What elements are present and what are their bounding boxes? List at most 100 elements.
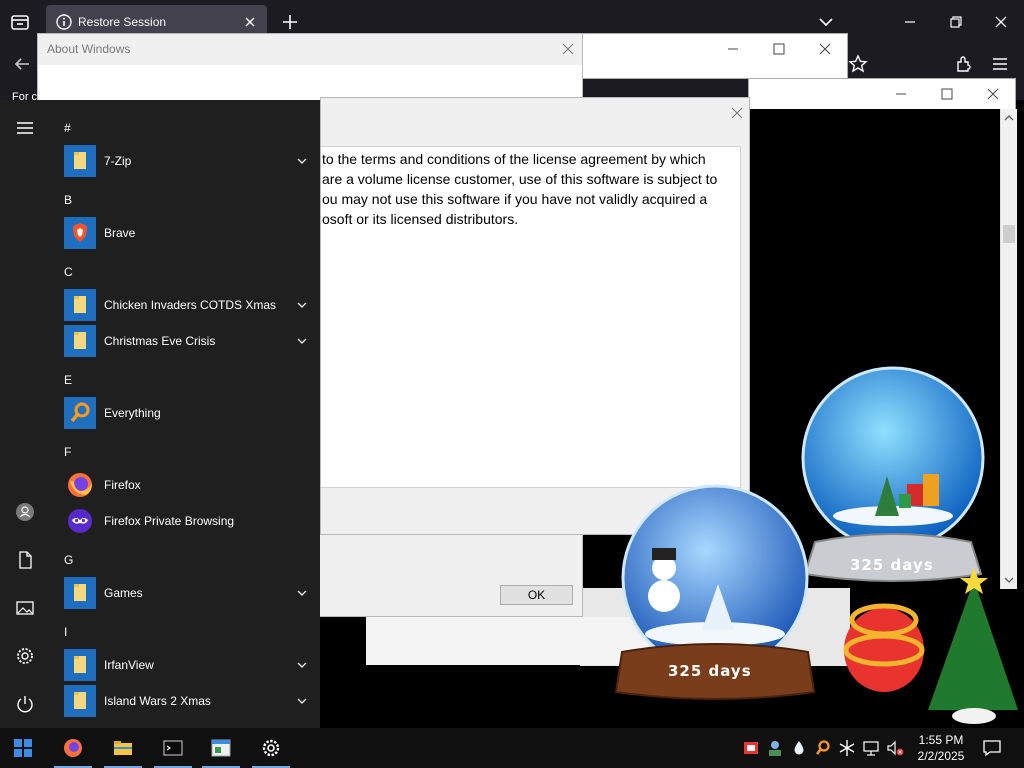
tray-user-icon[interactable] [766, 738, 784, 758]
taskbar-file-explorer[interactable] [100, 728, 146, 768]
start-rail [0, 100, 50, 728]
snowflake-icon[interactable] [838, 738, 856, 758]
network-icon[interactable] [862, 738, 880, 758]
minimize-icon[interactable] [893, 86, 909, 102]
extensions-icon[interactable] [954, 54, 974, 74]
section-letter[interactable]: # [64, 121, 71, 135]
folder-icon [64, 649, 96, 681]
gear-icon[interactable] [15, 646, 35, 666]
app-everything[interactable]: Everything [64, 397, 308, 429]
scrollbar-thumb[interactable] [1003, 225, 1015, 243]
license-textbox[interactable]: to the terms and conditions of the licen… [321, 146, 741, 488]
taskbar-terminal[interactable] [150, 728, 196, 768]
app-label: Christmas Eve Crisis [104, 334, 216, 348]
app-label: Everything [104, 406, 161, 420]
ok-button[interactable]: OK [500, 585, 573, 605]
section-letter[interactable]: I [64, 625, 67, 639]
hamburger-menu-icon[interactable] [15, 118, 35, 138]
tab-title: Restore Session [78, 15, 167, 29]
app-label: IrfanView [104, 658, 154, 672]
app-brave[interactable]: Brave [64, 217, 308, 249]
minimize-icon[interactable] [725, 41, 741, 57]
chevron-down-icon[interactable] [816, 12, 836, 32]
tray-app-icon[interactable] [742, 738, 760, 758]
close-icon[interactable] [729, 105, 745, 121]
app-irfanview[interactable]: IrfanView [64, 649, 308, 681]
pictures-icon[interactable] [15, 598, 35, 618]
taskbar-clock[interactable]: 1:55 PM 2/2/2025 [910, 732, 972, 764]
window-icon [211, 739, 231, 757]
hamburger-menu-icon[interactable] [990, 54, 1010, 74]
search-everything-icon[interactable] [814, 738, 832, 758]
close-icon[interactable] [985, 86, 1001, 102]
clock-date: 2/2/2025 [917, 749, 965, 763]
maximize-icon[interactable] [939, 86, 955, 102]
star-icon[interactable] [848, 54, 868, 74]
private-browsing-icon [64, 505, 96, 537]
chevron-down-icon[interactable] [296, 659, 308, 671]
chevron-down-icon[interactable] [296, 335, 308, 347]
section-letter[interactable]: F [64, 445, 71, 459]
scrollbar[interactable] [1000, 109, 1017, 589]
folder-icon [114, 741, 132, 755]
christmas-tree-decoration [843, 568, 1018, 724]
scroll-up-icon[interactable] [1004, 113, 1014, 123]
terminal-icon [163, 740, 183, 756]
info-icon [56, 14, 72, 30]
taskbar-about-windows[interactable] [198, 728, 244, 768]
close-icon[interactable] [987, 8, 1015, 36]
app-chicken-invaders[interactable]: Chicken Invaders COTDS Xmas [64, 289, 308, 321]
windows-logo-icon [14, 739, 32, 757]
document-icon[interactable] [15, 550, 35, 570]
taskbar-firefox[interactable] [50, 728, 96, 768]
taskbar: 1:55 PM 2/2/2025 [0, 728, 1024, 768]
magnifier-icon [64, 397, 96, 429]
new-tab-icon[interactable] [280, 12, 300, 32]
close-icon[interactable] [560, 41, 576, 57]
app-firefox[interactable]: Firefox [64, 469, 308, 501]
app-label: Island Wars 2 Xmas [104, 694, 211, 708]
dialog-title: About Windows [47, 42, 131, 56]
app-label: Brave [104, 226, 136, 240]
close-icon[interactable] [817, 41, 833, 57]
background-window-2[interactable] [748, 78, 1016, 110]
maximize-icon[interactable] [771, 41, 787, 57]
close-tab-icon[interactable] [241, 13, 259, 31]
app-island-wars[interactable]: Island Wars 2 Xmas [64, 685, 308, 717]
background-window[interactable] [582, 33, 848, 79]
volume-muted-icon[interactable] [886, 738, 904, 758]
folder-icon [64, 685, 96, 717]
minimize-icon[interactable] [896, 8, 924, 36]
app-christmas-eve-crisis[interactable]: Christmas Eve Crisis [64, 325, 308, 357]
section-letter[interactable]: E [64, 373, 72, 387]
start-menu: # 7-Zip B Brave C Chicken Invaders COTDS… [0, 100, 320, 728]
firefox-icon [64, 739, 82, 757]
snow-globe-gadget[interactable] [795, 366, 991, 588]
license-line: ou may not use this software if you have… [322, 191, 708, 207]
taskbar-settings[interactable] [248, 728, 294, 768]
app-label: Firefox [104, 478, 141, 492]
chevron-down-icon[interactable] [296, 299, 308, 311]
license-dialog[interactable]: to the terms and conditions of the licen… [320, 97, 750, 535]
folder-icon [64, 145, 96, 177]
chevron-down-icon[interactable] [296, 695, 308, 707]
back-arrow-icon[interactable] [12, 54, 32, 74]
app-label: Chicken Invaders COTDS Xmas [104, 298, 277, 312]
water-drop-icon[interactable] [790, 738, 808, 758]
folder-icon [64, 289, 96, 321]
power-icon[interactable] [15, 694, 35, 714]
section-letter[interactable]: C [64, 265, 73, 279]
tab-list-icon[interactable] [8, 10, 32, 34]
chevron-down-icon[interactable] [296, 587, 308, 599]
section-letter[interactable]: B [64, 193, 72, 207]
chevron-down-icon[interactable] [296, 155, 308, 167]
app-7zip[interactable]: 7-Zip [64, 145, 308, 177]
user-avatar-icon[interactable] [15, 502, 35, 522]
section-letter[interactable]: G [64, 553, 73, 567]
restore-icon[interactable] [942, 8, 970, 36]
start-button[interactable] [0, 728, 46, 768]
app-firefox-private[interactable]: Firefox Private Browsing [64, 505, 308, 537]
app-games[interactable]: Games [64, 577, 308, 609]
clock-time: 1:55 PM [918, 733, 964, 747]
notification-icon[interactable] [982, 738, 1002, 758]
